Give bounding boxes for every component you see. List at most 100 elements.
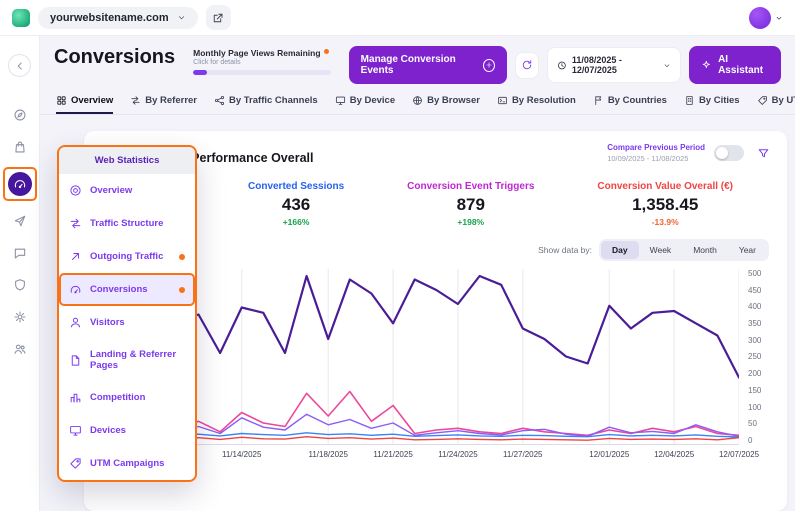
menu-item-label: Conversions bbox=[90, 284, 148, 295]
metric-delta: +166% bbox=[282, 217, 310, 227]
y-axis-label: 450 bbox=[748, 285, 762, 295]
icon-sidebar bbox=[0, 36, 40, 511]
manage-button-label: Manage Conversion Events bbox=[360, 54, 456, 76]
menu-item-label: Competition bbox=[90, 392, 146, 403]
ai-assistant-button[interactable]: AI Assistant bbox=[689, 46, 782, 84]
refresh-icon bbox=[521, 59, 533, 71]
tab-by-countries[interactable]: By Countries bbox=[593, 88, 667, 114]
menu-item-label: UTM Campaigns bbox=[90, 458, 165, 469]
metric-delta: -13.9% bbox=[651, 217, 679, 227]
metric-value: 1,358.45 bbox=[632, 195, 699, 214]
tab-by-cities[interactable]: By Cities bbox=[684, 88, 740, 114]
page-views-sublabel[interactable]: Click for details bbox=[193, 59, 331, 66]
metric-label: Conversion Event Triggers bbox=[407, 181, 535, 192]
nodes-icon bbox=[214, 95, 225, 106]
tab-by-utm-campaign[interactable]: By UTM Campaign bbox=[757, 88, 795, 114]
y-axis-label: 50 bbox=[748, 419, 757, 429]
tab-label: By Device bbox=[349, 94, 396, 106]
speedometer-icon bbox=[69, 283, 82, 296]
menu-item-label: Overview bbox=[90, 185, 133, 196]
menu-item-traffic-structure[interactable]: Traffic Structure bbox=[59, 207, 195, 240]
refresh-button[interactable] bbox=[514, 51, 540, 79]
compare-range: 10/09/2025 - 11/08/2025 bbox=[607, 154, 689, 163]
y-axis-label: 150 bbox=[748, 385, 762, 395]
tab-label: Overview bbox=[71, 94, 114, 106]
tab-by-device[interactable]: By Device bbox=[335, 88, 395, 114]
chevron-down-icon[interactable] bbox=[775, 14, 783, 22]
menu-item-outgoing-traffic[interactable]: Outgoing Traffic bbox=[59, 240, 195, 273]
granularity-month[interactable]: Month bbox=[682, 241, 728, 259]
compass-icon bbox=[13, 108, 27, 122]
sidebar-item-chat[interactable] bbox=[8, 241, 32, 265]
report-tabs: Overview By Referrer By Traffic Channels… bbox=[40, 88, 795, 115]
menu-item-landing-referrer-pages[interactable]: Landing & Referrer Pages bbox=[59, 339, 195, 381]
granularity-week[interactable]: Week bbox=[639, 241, 683, 259]
tab-label: By Browser bbox=[427, 94, 480, 106]
sidebar-item-security[interactable] bbox=[8, 273, 32, 297]
manage-conversion-events-button[interactable]: Manage Conversion Events bbox=[348, 46, 507, 84]
app-logo bbox=[12, 8, 30, 27]
metric-converted-sessions: Converted Sessions 436 +166% bbox=[248, 181, 344, 227]
building-icon bbox=[684, 95, 695, 106]
menu-item-conversions[interactable]: Conversions bbox=[59, 273, 195, 306]
x-axis-label: 11/24/2025 bbox=[438, 450, 478, 459]
x-axis-label: 11/14/2025 bbox=[221, 450, 262, 459]
website-selector[interactable]: yourwebsitename.com bbox=[38, 6, 198, 29]
y-axis: 500 450 400 350 300 250 200 150 100 50 0 bbox=[739, 269, 773, 445]
chat-icon bbox=[13, 246, 27, 260]
tab-overview[interactable]: Overview bbox=[56, 88, 114, 114]
sidebar-item-settings[interactable] bbox=[8, 305, 32, 329]
menu-item-overview[interactable]: Overview bbox=[59, 174, 195, 207]
x-axis-label: 11/21/2025 bbox=[373, 450, 413, 459]
y-axis-label: 350 bbox=[748, 319, 762, 329]
menu-item-label: Visitors bbox=[90, 317, 125, 328]
chart-plot-area[interactable] bbox=[110, 269, 741, 445]
sidebar-item-web-statistics[interactable] bbox=[7, 172, 32, 196]
gear-icon bbox=[13, 310, 27, 324]
x-axis: 11/14/2025 11/18/2025 11/21/2025 11/24/2025… bbox=[112, 450, 759, 466]
tab-label: By Referrer bbox=[145, 94, 197, 106]
sidebar-item-orders[interactable] bbox=[8, 135, 32, 159]
compare-toggle[interactable] bbox=[714, 145, 744, 161]
granularity-day[interactable]: Day bbox=[601, 241, 639, 259]
page-views-widget[interactable]: Monthly Page Views Remaining Click for d… bbox=[193, 48, 331, 75]
sidebar-item-campaigns[interactable] bbox=[8, 209, 32, 233]
tag-icon bbox=[757, 95, 768, 106]
open-website-button[interactable] bbox=[205, 5, 231, 30]
metric-delta: +198% bbox=[457, 217, 485, 227]
x-axis-label: 12/07/2025 bbox=[718, 450, 760, 459]
tag-icon bbox=[69, 457, 82, 470]
chevron-left-icon bbox=[14, 60, 26, 72]
referrer-arrows-icon bbox=[130, 95, 141, 106]
date-range-picker[interactable]: 11/08/2025 - 12/07/2025 bbox=[547, 47, 682, 83]
sidebar-item-dashboard[interactable] bbox=[8, 103, 32, 127]
y-axis-label: 100 bbox=[748, 402, 762, 412]
menu-item-competition[interactable]: Competition bbox=[59, 381, 195, 414]
arrow-up-right-icon bbox=[69, 250, 82, 263]
menu-header: Web Statistics bbox=[59, 147, 195, 174]
tab-by-browser[interactable]: By Browser bbox=[412, 88, 480, 114]
tab-by-traffic-channels[interactable]: By Traffic Channels bbox=[214, 88, 318, 114]
x-axis-label: 12/04/2025 bbox=[654, 450, 695, 459]
metric-value: 879 bbox=[456, 195, 485, 214]
show-data-by: Show data by: Day Week Month Year bbox=[98, 239, 773, 261]
x-axis-label: 11/18/2025 bbox=[308, 450, 348, 459]
menu-item-utm-campaigns[interactable]: UTM Campaigns bbox=[59, 447, 195, 480]
sidebar-item-users[interactable] bbox=[8, 337, 32, 361]
person-icon bbox=[69, 316, 82, 329]
notification-dot bbox=[179, 253, 185, 260]
menu-item-devices[interactable]: Devices bbox=[59, 414, 195, 447]
tab-by-resolution[interactable]: By Resolution bbox=[497, 88, 576, 114]
avatar[interactable] bbox=[749, 6, 771, 29]
page-views-label: Monthly Page Views Remaining bbox=[193, 48, 321, 58]
donut-icon bbox=[69, 184, 82, 197]
chart-line-dark-purple bbox=[110, 274, 741, 379]
menu-item-visitors[interactable]: Visitors bbox=[59, 306, 195, 339]
account-area bbox=[749, 6, 783, 29]
granularity-year[interactable]: Year bbox=[728, 241, 767, 259]
compare-previous-period: Compare Previous Period 10/09/2025 - 11/… bbox=[607, 143, 773, 163]
screen-icon bbox=[497, 95, 508, 106]
tab-by-referrer[interactable]: By Referrer bbox=[130, 88, 197, 114]
filter-button[interactable] bbox=[753, 143, 773, 163]
collapse-sidebar-button[interactable] bbox=[8, 54, 31, 77]
